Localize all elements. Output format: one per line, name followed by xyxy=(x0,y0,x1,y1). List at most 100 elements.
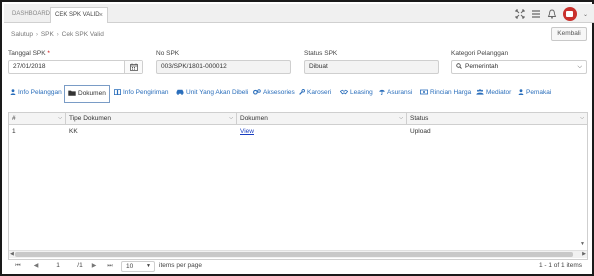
folder-icon xyxy=(68,90,76,96)
no-spk-label: No SPK xyxy=(156,50,180,57)
detail-tabs: Info Pelanggan Dokumen Info Pengiriman U… xyxy=(8,85,590,103)
tab-karoseri[interactable]: Karoseri xyxy=(297,85,333,103)
column-menu-icon[interactable]: ⌵ xyxy=(229,113,233,124)
horizontal-scrollbar[interactable]: ◀ ▶ xyxy=(9,250,587,258)
column-menu-icon[interactable]: ⌵ xyxy=(580,113,584,124)
tab-asuransi[interactable]: Asuransi xyxy=(377,85,414,103)
scroll-right-icon[interactable]: ▶ xyxy=(582,251,586,258)
scroll-down-icon[interactable]: ▼ xyxy=(580,241,585,247)
calendar-icon xyxy=(129,63,138,71)
page-size-select[interactable]: 10 ▼ xyxy=(121,261,155,272)
tab-label: Aksesories xyxy=(263,89,295,96)
group-icon xyxy=(476,89,484,95)
scrollbar-thumb[interactable] xyxy=(15,252,573,257)
chevron-down-icon: ⌵ xyxy=(577,64,582,70)
app-frame: DASHBOARD CEK SPK VALID × ⌄ Salutup › SP… xyxy=(0,0,594,276)
tab-label: Mediator xyxy=(486,89,512,96)
tab-unit-yang-akan-dibeli[interactable]: Unit Yang Akan Dibeli xyxy=(174,85,250,103)
search-icon xyxy=(456,63,462,70)
column-label: # xyxy=(12,115,16,122)
tab-rincian-harga[interactable]: Rincian Harga xyxy=(418,85,473,103)
cell-status: Upload xyxy=(410,128,431,135)
user-icon xyxy=(518,89,524,96)
tab-label: Unit Yang Akan Dibeli xyxy=(186,89,249,96)
cell-tipe-dokumen: KK xyxy=(69,128,78,135)
page-size-value: 10 xyxy=(126,263,134,270)
grid-header: # ⌵ Tipe Dokumen ⌵ Dokumen ⌵ Status ⌵ xyxy=(9,113,587,125)
gears-icon xyxy=(253,89,261,95)
chevron-down-icon[interactable]: ⌄ xyxy=(583,11,588,18)
tab-dashboard[interactable]: DASHBOARD xyxy=(8,7,50,23)
breadcrumb-root[interactable]: Salutup xyxy=(11,31,33,38)
column-header-no[interactable]: # ⌵ xyxy=(9,113,66,125)
table-row: 1 KK View Upload xyxy=(9,125,587,138)
top-icons: ⌄ xyxy=(515,6,588,22)
kategori-pelanggan-label: Kategori Pelanggan xyxy=(451,50,509,57)
tab-cek-spk-valid[interactable]: CEK SPK VALID × xyxy=(50,7,108,23)
cell-dokumen: View xyxy=(237,125,407,138)
cell-no: 1 xyxy=(12,128,16,135)
items-per-page-label: items per page xyxy=(159,262,202,269)
breadcrumb-current: Cek SPK Valid xyxy=(61,31,104,38)
bell-icon[interactable] xyxy=(547,9,557,19)
tab-aksesories[interactable]: Aksesories xyxy=(251,85,297,103)
column-menu-icon[interactable]: ⌵ xyxy=(399,113,403,124)
tab-mediator[interactable]: Mediator xyxy=(474,85,513,103)
grid-pager: ⏮ ◀ 1 /1 ▶ ⏭ 10 ▼ items per page 1 - 1 o… xyxy=(8,260,588,272)
tab-label: CEK SPK VALID xyxy=(55,12,100,18)
column-header-status[interactable]: Status ⌵ xyxy=(407,113,587,125)
tab-label: Karoseri xyxy=(307,89,332,96)
no-spk-field: 003/SPK/1801-000012 xyxy=(156,60,291,74)
umbrella-icon xyxy=(379,90,385,96)
expand-icon[interactable] xyxy=(515,9,525,19)
tab-label: Pemakai xyxy=(526,89,552,96)
calendar-button[interactable] xyxy=(124,61,142,73)
close-icon[interactable]: × xyxy=(99,8,103,23)
next-page-button[interactable]: ▶ xyxy=(88,260,100,272)
tab-label: Dokumen xyxy=(78,90,106,97)
column-label: Tipe Dokumen xyxy=(69,115,112,122)
tanggal-spk-label: Tanggal SPK * xyxy=(8,50,50,57)
column-header-tipe-dokumen[interactable]: Tipe Dokumen ⌵ xyxy=(66,113,237,125)
page-input[interactable]: /1 xyxy=(73,260,87,272)
tab-label: Asuransi xyxy=(387,89,413,96)
user-avatar[interactable] xyxy=(562,7,577,21)
tab-label: Rincian Harga xyxy=(430,89,472,96)
prev-page-button[interactable]: ◀ xyxy=(30,260,42,272)
label-text: Tanggal SPK xyxy=(8,50,46,57)
column-label: Dokumen xyxy=(240,115,268,122)
tanggal-spk-input[interactable]: 27/01/2018 xyxy=(8,60,143,74)
view-document-link[interactable]: View xyxy=(240,128,254,135)
tab-leasing[interactable]: Leasing xyxy=(338,85,375,103)
kembali-button[interactable]: Kembali xyxy=(551,27,587,41)
column-header-dokumen[interactable]: Dokumen ⌵ xyxy=(237,113,407,125)
tab-dokumen[interactable]: Dokumen xyxy=(64,85,110,103)
page-input-value: 1 xyxy=(79,262,83,269)
avatar-image xyxy=(566,11,574,17)
page-number[interactable]: 1 xyxy=(52,260,64,272)
status-spk-field: Dibuat xyxy=(304,60,439,74)
tab-label: Info Pelanggan xyxy=(18,89,62,96)
list-icon[interactable] xyxy=(531,9,541,19)
breadcrumb-spk[interactable]: SPK xyxy=(41,31,54,38)
tab-info-pengiriman[interactable]: Info Pengiriman xyxy=(112,85,171,103)
chevron-down-icon: ▼ xyxy=(146,263,151,269)
column-menu-icon[interactable]: ⌵ xyxy=(58,113,62,124)
tab-pemakai[interactable]: Pemakai xyxy=(516,85,553,103)
pager-info: 1 - 1 of 1 items xyxy=(539,262,582,269)
book-icon xyxy=(114,89,121,96)
status-spk-label: Status SPK xyxy=(304,50,338,57)
scroll-left-icon[interactable]: ◀ xyxy=(10,251,14,258)
kategori-pelanggan-select[interactable]: Pemerintah ⌵ xyxy=(451,60,587,74)
money-icon xyxy=(420,89,428,95)
user-icon xyxy=(10,89,16,96)
breadcrumb: Salutup › SPK › Cek SPK Valid xyxy=(11,31,104,38)
last-page-button[interactable]: ⏭ xyxy=(104,260,116,272)
first-page-button[interactable]: ⏮ xyxy=(12,260,24,272)
top-tab-bar: DASHBOARD CEK SPK VALID × ⌄ xyxy=(4,4,594,23)
car-icon xyxy=(176,90,184,96)
tab-label: Info Pengiriman xyxy=(123,89,169,96)
required-marker: * xyxy=(47,50,50,57)
tab-info-pelanggan[interactable]: Info Pelanggan xyxy=(8,85,64,103)
handshake-icon xyxy=(339,89,349,95)
